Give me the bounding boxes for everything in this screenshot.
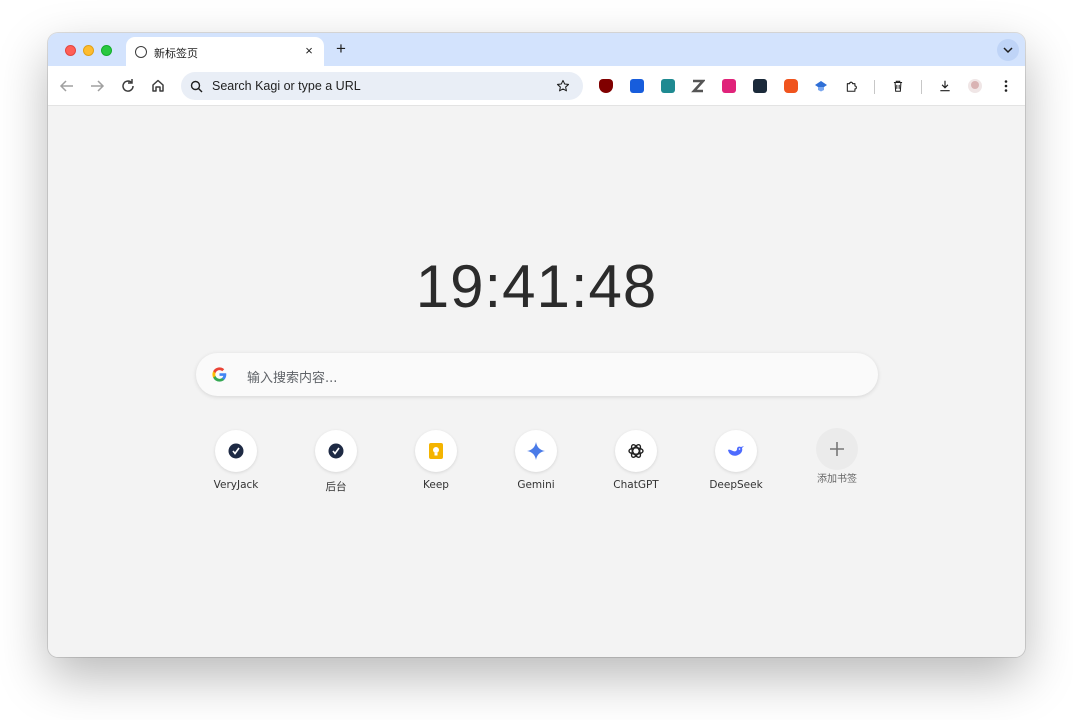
shortcut-tile [715,430,757,472]
shortcut-tile [315,430,357,472]
gemini-icon [527,442,545,460]
veryjack-icon [328,443,344,459]
new-tab-page: 19:41:48 输入搜索内容... VeryJack 后台 Keep Gemi… [48,106,1025,657]
shortcut-label: 后台 [325,481,347,493]
shortcut-chatgpt[interactable]: ChatGPT [596,430,676,491]
shortcut-admin[interactable]: 后台 [296,430,376,494]
zoom-window-button[interactable] [101,45,112,56]
add-shortcut-label: 添加书签 [817,474,857,485]
tab-close-button[interactable]: × [300,42,318,60]
keep-icon [429,443,443,459]
shortcut-gemini[interactable]: Gemini [496,430,576,491]
shortcut-tile [615,430,657,472]
tab-search-button[interactable] [997,39,1019,61]
ublock-icon[interactable] [599,79,613,93]
arrow-left-icon [59,80,73,92]
tab-strip: 新标签页 × + [48,33,1025,66]
lightning-icon[interactable] [753,79,767,93]
deepseek-icon [728,446,744,456]
reload-button[interactable] [116,74,140,98]
close-window-button[interactable] [65,45,76,56]
rss-icon[interactable] [784,79,798,93]
graduation-icon[interactable] [814,79,828,93]
puzzle-icon[interactable] [845,79,859,93]
search-icon [190,80,203,93]
shortcut-label: Gemini [517,479,555,491]
chevron-down-icon [1003,47,1013,54]
arrow-right-icon [91,80,105,92]
shortcut-label: DeepSeek [709,479,763,491]
globe-icon [135,46,147,58]
home-button[interactable] [146,74,170,98]
tab-title: 新标签页 [154,47,198,60]
toolbar-divider [874,80,875,94]
download-icon[interactable] [938,79,952,93]
search-box[interactable]: 输入搜索内容... [196,353,878,396]
add-shortcut-button[interactable]: 添加书签 [797,428,877,485]
clock: 19:41:48 [415,253,658,320]
new-tab-button[interactable]: + [332,40,350,58]
shortcut-label: Keep [423,479,449,491]
shortcut-tile [816,428,858,470]
back-button[interactable] [55,74,79,98]
shortcut-keep[interactable]: Keep [396,430,476,491]
google-icon [212,367,227,382]
vocabulary-icon[interactable] [661,79,675,93]
shortcut-tile [215,430,257,472]
chatgpt-icon [628,444,644,458]
toolbar-divider [921,80,922,94]
veryjack-icon [228,443,244,459]
translate-icon[interactable] [722,79,736,93]
zotero-icon[interactable] [691,79,706,93]
search-placeholder: 输入搜索内容... [247,371,338,386]
more-vert-icon[interactable] [999,79,1013,93]
tab-new-tab[interactable]: 新标签页 × [126,37,324,66]
home-icon [152,79,164,92]
shortcut-veryjack[interactable]: VeryJack [196,430,276,491]
shortcut-label: ChatGPT [613,479,659,491]
shortcut-tile [515,430,557,472]
bitwarden-icon[interactable] [630,79,644,93]
plus-icon [830,442,844,456]
forward-button[interactable] [85,74,109,98]
address-bar[interactable]: Search Kagi or type a URL [181,72,583,100]
reload-icon [122,79,134,92]
browser-window: 新标签页 × + Search Kagi or type a URL 19:41… [48,33,1025,657]
shortcut-deepseek[interactable]: DeepSeek [696,430,776,491]
address-bar-placeholder: Search Kagi or type a URL [212,79,361,93]
shortcut-label: VeryJack [213,479,259,491]
star-icon[interactable] [556,79,570,93]
avatar[interactable] [968,79,982,93]
trash-icon[interactable] [891,79,905,93]
shortcut-tile [415,430,457,472]
minimize-window-button[interactable] [83,45,94,56]
toolbar: Search Kagi or type a URL [48,66,1025,106]
